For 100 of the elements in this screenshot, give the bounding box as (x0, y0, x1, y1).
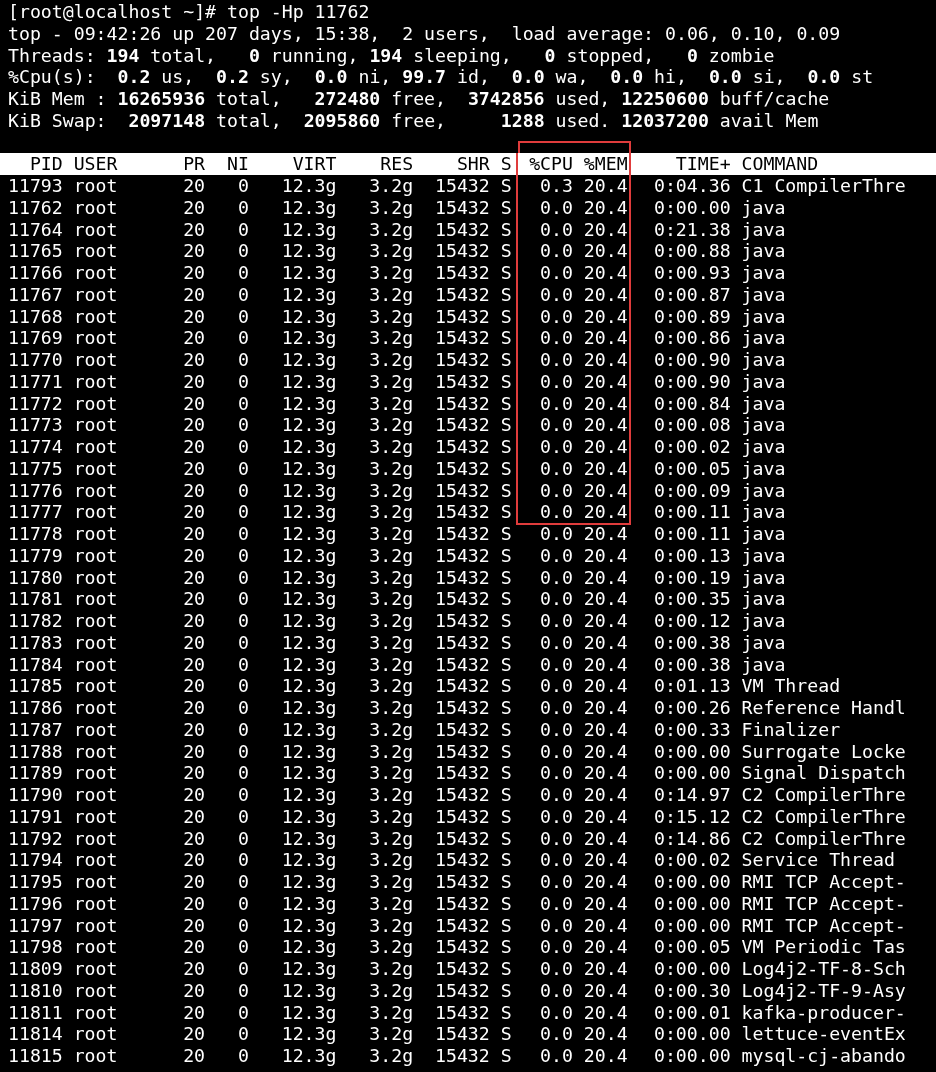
table-cell-text: S (499, 327, 512, 351)
table-cell-text: 15432 (434, 370, 490, 394)
table-cell-text: C2 CompilerThre (740, 784, 907, 807)
table-cell-text: 15432 (434, 501, 490, 525)
table-cell-text: S (499, 196, 512, 220)
table-cell-text: 15432 (434, 675, 490, 699)
table-cell-text: 12.3g (280, 936, 337, 960)
table-cell-text: root (72, 675, 119, 699)
table-cell-text: 20 (182, 784, 206, 807)
table-cell-text: 20.4 (582, 196, 628, 219)
table-cell-text: lettuce-eventEx (740, 1023, 907, 1047)
table-cell-text: 0 (236, 436, 249, 459)
table-cell-text: 0 (236, 892, 249, 916)
table-cell-text: root (72, 805, 119, 829)
table-cell-text: 20.4 (582, 979, 628, 1002)
table-cell-text: 20.4 (582, 240, 628, 262)
table-cell-text: root (72, 414, 119, 438)
command-prompt: [root@localhost ~]# top -Hp 11762 (8, 1, 371, 23)
table-cell-text: Surrogate Locke (740, 740, 907, 764)
table-cell-text: 11784 (8, 653, 63, 677)
table-cell-text: 3.2g (368, 979, 414, 1003)
table-cell-text: 20 (182, 1001, 206, 1025)
table-cell-text: java (740, 653, 787, 677)
table-cell-text: 3.2g (368, 914, 414, 938)
table-cell-text: 0.0 (539, 327, 573, 349)
table-cell-text: 12.3g (280, 784, 337, 807)
table-cell-text: root (72, 914, 119, 938)
table-cell-text: 0.0 (539, 544, 573, 567)
table-cell-text: 12.3g (280, 327, 337, 351)
table-cell-text: 3.2g (368, 588, 414, 612)
table-cell-text: 20 (182, 327, 206, 351)
table-cell-text: root (72, 392, 119, 416)
table-cell-text: 3.2g (368, 523, 414, 546)
table-cell-text: S (499, 827, 512, 851)
table-cell-text: 0.0 (539, 610, 573, 632)
table-cell-text: 20.4 (582, 871, 628, 893)
table-cell-text: 3.2g (368, 610, 414, 633)
table-cell-text: 20 (182, 436, 206, 459)
table-cell-text: 20.4 (582, 718, 628, 741)
table-cell-text: 15432 (434, 457, 490, 481)
table-cell-text: 20.4 (582, 914, 628, 937)
table-cell-text: 20.4 (582, 653, 628, 676)
table-cell-text: 15432 (434, 196, 490, 220)
table-cell-text: 20 (182, 175, 206, 198)
table-cell-text: root (72, 697, 119, 720)
table-cell-text: 0 (236, 305, 249, 329)
table-cell-text: S (499, 610, 512, 633)
table-cell-text: 0.0 (539, 479, 573, 502)
table-cell-text: 12.3g (280, 914, 337, 938)
table-cell-text: 11775 (8, 457, 63, 481)
table-cell-text: S (499, 414, 512, 438)
table-cell-text: 12.3g (280, 892, 337, 916)
table-cell-text: 11770 (8, 349, 63, 372)
table-cell-text: 0.0 (539, 1001, 573, 1024)
table-cell-text: 12.3g (280, 370, 337, 394)
table-cell-text: 12.3g (280, 610, 337, 633)
table-cell-text: 3.2g (368, 697, 414, 720)
table-cell-text: 0 (236, 262, 249, 285)
table-cell-text: S (499, 175, 512, 198)
table-cell-text: 0.0 (539, 370, 573, 393)
table-cell-text: 15432 (434, 414, 490, 438)
table-cell-text: 11797 (8, 914, 63, 938)
table-cell-text: root (72, 1023, 119, 1047)
table-cell-text: root (72, 936, 119, 960)
table-cell-text: 20 (182, 566, 206, 590)
table-cell: 11785 (8, 675, 63, 699)
table-cell-text: 0.0 (539, 936, 573, 958)
table-cell-text: 20.4 (582, 805, 628, 828)
table-cell-text: 12.3g (280, 544, 337, 568)
table-cell-text: 0.0 (539, 675, 573, 697)
table-cell-text: 12.3g (280, 240, 337, 264)
table-cell-text: root (72, 501, 119, 525)
table-cell-text: 20.4 (582, 849, 628, 871)
table-cell-text: 15432 (434, 523, 490, 546)
table-cell-text: 0.0 (539, 827, 573, 850)
table-cell-text: root (72, 566, 119, 590)
table-cell-text: 15432 (434, 740, 490, 764)
table-cell-text: 0 (236, 958, 249, 981)
table-cell-text: S (499, 436, 512, 459)
table-cell-text: root (72, 370, 119, 394)
table-cell-text: 0 (236, 1001, 249, 1025)
table-cell-text: 15432 (434, 914, 490, 938)
table-cell-text: 20 (182, 1023, 206, 1047)
table-cell-text: Reference Handl (740, 697, 907, 720)
table-cell-text: root (72, 349, 119, 372)
column-header: SHR (455, 153, 490, 177)
table-cell-text: java (740, 523, 787, 546)
table-cell-text: 15432 (434, 479, 490, 503)
table-cell-text: C2 CompilerThre (740, 805, 907, 829)
table-cell-text: 3.2g (368, 871, 414, 894)
table-cell-text: java (740, 631, 787, 655)
table-cell-text: 12.3g (280, 827, 337, 851)
table-cell-text: 12.3g (280, 262, 337, 285)
table-cell-text: 11771 (8, 370, 63, 394)
table-cell-text: root (72, 523, 119, 546)
table-cell-text: root (72, 784, 119, 807)
table-cell-text: Service Thread (740, 849, 896, 873)
table-cell-text: 15432 (434, 240, 490, 264)
table-cell-text: root (72, 479, 119, 503)
table-cell-text: S (499, 1023, 512, 1047)
